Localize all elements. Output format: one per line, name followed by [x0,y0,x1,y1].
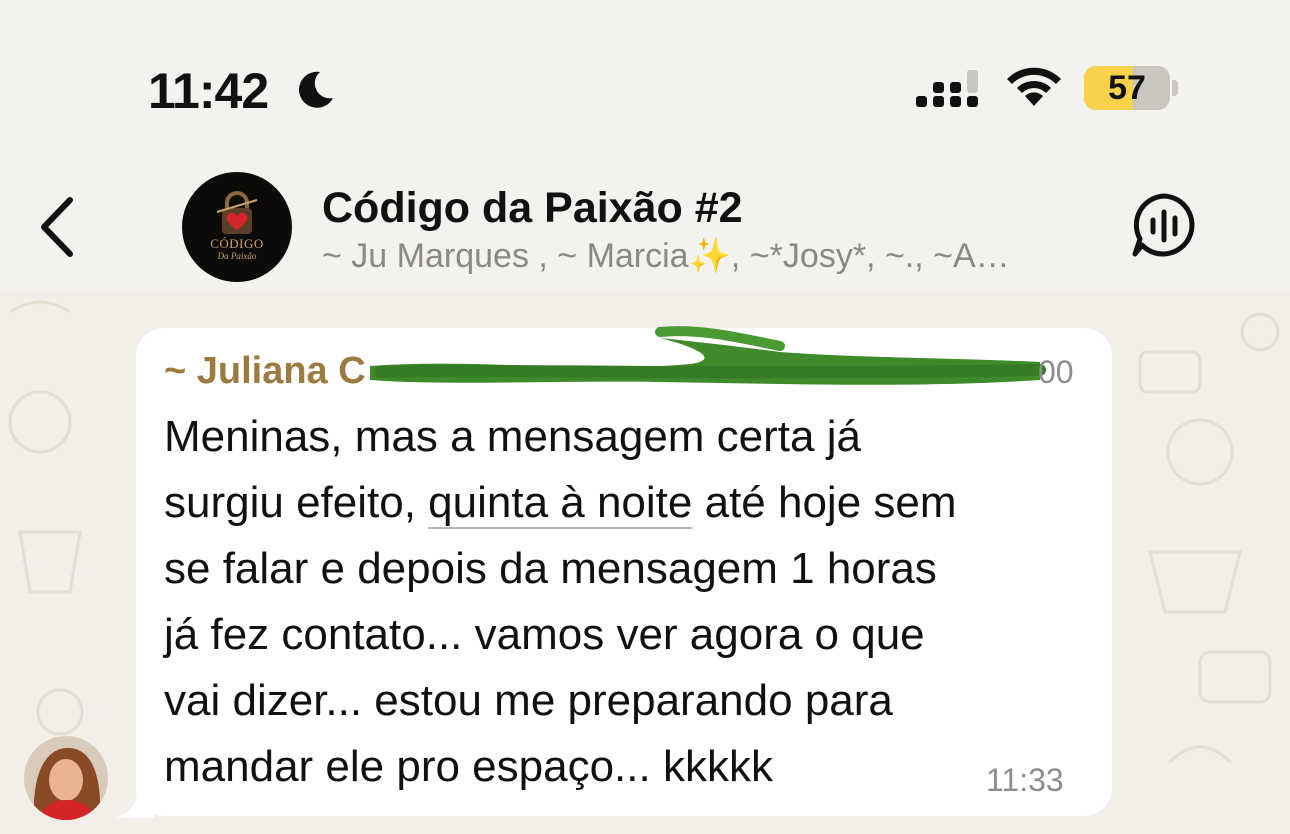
date-link[interactable]: quinta à noite [428,478,692,527]
sender-name[interactable]: ~ Juliana C [164,350,366,393]
chat-title[interactable]: Código da Paixão #2 [322,184,743,233]
chat-members[interactable]: ~ Ju Marques , ~ Marcia✨, ~*Josy*, ~., ~… [322,236,1082,276]
sender-avatar-image [24,736,108,820]
message-line-end: até hoje sem [692,478,957,527]
voice-chat-icon[interactable] [1130,192,1198,260]
battery-level: 57 [1108,68,1146,107]
wifi-icon [1007,67,1061,106]
sender-avatar[interactable] [24,736,108,820]
message-text: Meninas, mas a mensagem certa já surgiu … [164,404,1094,800]
group-avatar[interactable]: CÓDIGO Da Paixão [182,172,292,282]
message-line: Meninas, mas a mensagem certa já [164,412,861,461]
battery-indicator: 57 [1084,66,1170,110]
message-line: se falar e depois da mensagem 1 horas [164,544,937,593]
message-line-start: surgiu efeito, [164,478,429,527]
sender-suffix: 00 [1038,354,1074,390]
battery-cap [1172,80,1178,96]
message-line: surgiu efeito, quinta à noite até hoje s… [164,470,1094,536]
message-line: vai dizer... estou me preparando para [164,676,893,725]
group-logo-text: CÓDIGO [210,236,264,251]
chevron-left-icon[interactable] [30,190,86,264]
message-timestamp: 11:33 [986,762,1064,798]
cellular-signal-icon [916,70,978,107]
group-logo-subtext: Da Paixão [217,251,257,261]
message-line: mandar ele pro espaço... kkkkk [164,742,773,791]
lock-heart-icon [216,191,258,234]
message-line: já fez contato... vamos ver agora o que [164,610,925,659]
redaction-scribble [370,326,1046,385]
moon-icon [299,71,333,108]
status-time: 11:42 [148,63,269,119]
